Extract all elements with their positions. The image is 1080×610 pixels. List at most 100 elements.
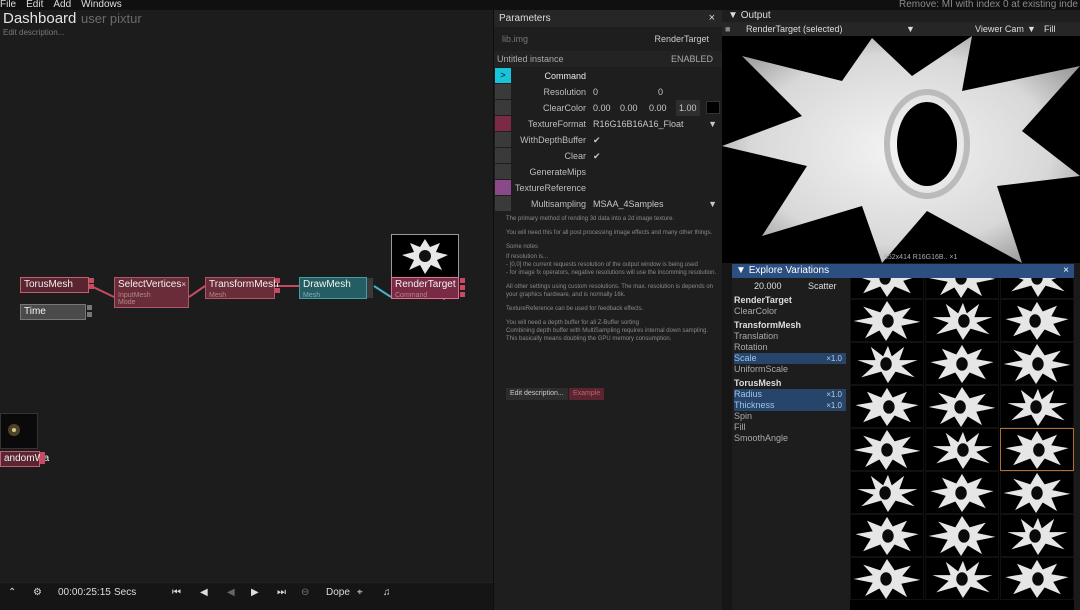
output-port[interactable] — [89, 284, 94, 289]
collapse-icon[interactable]: ▼ — [728, 10, 738, 21]
parameter-indicator[interactable] — [495, 132, 511, 147]
scatter-amount[interactable]: 20.000 — [754, 281, 782, 292]
multiplier[interactable]: ×1.0 — [826, 400, 842, 411]
output-port[interactable] — [89, 278, 94, 283]
variation-thumbnail[interactable] — [1000, 278, 1074, 299]
parameter-indicator[interactable]: > — [495, 68, 511, 83]
param-withdepthbuffer[interactable]: WithDepthBuffer ✔ — [494, 132, 723, 148]
play-icon[interactable]: ▶ — [251, 583, 259, 603]
variation-thumbnail[interactable] — [925, 557, 999, 600]
fill-mode[interactable]: Fill — [1044, 22, 1056, 36]
instance-name-field[interactable]: Untitled instance — [497, 51, 564, 67]
parameter-indicator[interactable] — [495, 84, 511, 99]
param-multisampling[interactable]: Multisampling MSAA_4Samples ▼ — [494, 196, 723, 212]
node-time[interactable]: Time — [20, 304, 86, 320]
variation-thumbnail[interactable] — [850, 385, 924, 428]
node-random-walk[interactable]: andomWa — [0, 451, 49, 467]
variation-param-radius[interactable]: Radius ×1.0 — [734, 389, 846, 400]
menu-windows[interactable]: Windows — [81, 0, 122, 10]
parameter-indicator[interactable] — [495, 180, 511, 195]
enabled-toggle[interactable]: ENABLED — [671, 51, 713, 67]
edit-description-button[interactable]: Edit description... — [506, 388, 568, 400]
graph-canvas[interactable]: Dashboard user pixtur Edit description..… — [0, 10, 493, 582]
parameter-indicator[interactable] — [495, 164, 511, 179]
variation-thumbnail[interactable] — [925, 428, 999, 471]
multisampling-select[interactable]: MSAA_4Samples — [593, 196, 664, 212]
time-display[interactable]: 00:00:25:15 — [58, 583, 111, 603]
clearcolor-a[interactable]: 1.00 — [676, 100, 700, 116]
variation-thumbnail[interactable] — [1000, 471, 1074, 514]
variation-param-thickness[interactable]: Thickness ×1.0 — [734, 400, 846, 411]
parameter-indicator[interactable] — [495, 196, 511, 211]
audio-icon[interactable]: ♫ — [383, 583, 391, 603]
node-render-target[interactable]: RenderTarget Command — [391, 277, 459, 299]
variation-thumbnail[interactable] — [925, 342, 999, 385]
output-port[interactable] — [460, 285, 465, 290]
parameter-indicator[interactable] — [495, 116, 511, 131]
variation-thumbnail[interactable] — [1000, 428, 1074, 471]
clearcolor-g[interactable]: 0.00 — [620, 100, 638, 116]
camera-select[interactable]: Viewer Cam — [975, 22, 1024, 36]
chevron-down-icon[interactable]: ▼ — [1027, 22, 1036, 36]
render-viewport[interactable]: 652x414 R16G16B.. ×1 — [722, 36, 1080, 263]
variation-param-scale[interactable]: Scale ×1.0 — [734, 353, 846, 364]
resolution-width[interactable]: 0 — [593, 84, 598, 100]
time-unit[interactable]: Secs — [114, 583, 136, 603]
parameter-indicator[interactable] — [495, 100, 511, 115]
gear-icon[interactable]: ⚙ — [33, 583, 42, 603]
multiplier[interactable]: ×1.0 — [826, 353, 842, 364]
output-port[interactable] — [87, 312, 92, 317]
close-icon[interactable]: × — [1063, 264, 1069, 278]
chevron-up-icon[interactable]: ⌃ — [8, 583, 16, 603]
output-port[interactable] — [275, 278, 280, 283]
variation-param-uniformscale[interactable]: UniformScale — [734, 364, 846, 375]
param-texturereference[interactable]: TextureReference — [494, 180, 723, 196]
variation-thumbnail[interactable] — [850, 428, 924, 471]
node-torus-mesh[interactable]: TorusMesh — [20, 277, 89, 293]
checkbox[interactable]: ✔ — [593, 148, 601, 164]
variation-param-translation[interactable]: Translation — [734, 331, 846, 342]
variation-thumbnail[interactable] — [1000, 514, 1074, 557]
variation-thumbnail[interactable] — [1000, 385, 1074, 428]
output-port[interactable] — [460, 278, 465, 283]
variation-thumbnail[interactable] — [850, 557, 924, 600]
param-command[interactable]: > Command — [494, 68, 723, 84]
variation-thumbnail[interactable] — [850, 278, 924, 299]
loop-icon[interactable]: ⊖ — [301, 583, 309, 603]
variation-param-clearcolor[interactable]: ClearColor — [734, 306, 846, 317]
example-button[interactable]: Example — [569, 388, 605, 400]
close-icon[interactable]: × — [709, 10, 715, 27]
variation-thumbnail[interactable] — [925, 471, 999, 514]
parameter-indicator[interactable] — [495, 148, 511, 163]
chevron-down-icon[interactable]: ▼ — [708, 196, 717, 212]
param-resolution[interactable]: Resolution 0 0 — [494, 84, 723, 100]
color-swatch[interactable] — [706, 101, 720, 114]
play-backward-icon[interactable]: ◀ — [227, 583, 235, 603]
menu-file[interactable]: File — [0, 0, 16, 10]
output-port[interactable] — [460, 292, 465, 297]
variation-thumbnail[interactable] — [850, 514, 924, 557]
menu-edit[interactable]: Edit — [26, 0, 43, 10]
variation-thumbnail[interactable] — [850, 471, 924, 514]
clearcolor-r[interactable]: 0.00 — [593, 100, 611, 116]
variation-param-smoothangle[interactable]: SmoothAngle — [734, 433, 846, 444]
param-clear[interactable]: Clear ✔ — [494, 148, 723, 164]
variation-param-spin[interactable]: Spin — [734, 411, 846, 422]
jump-end-icon[interactable]: ⏭ — [277, 583, 286, 603]
pin-icon[interactable]: ■ — [725, 22, 730, 36]
variation-param-rotation[interactable]: Rotation — [734, 342, 846, 353]
node-transform-mesh[interactable]: TransformMesh Mesh — [205, 277, 279, 299]
node-select-vertices[interactable]: SelectVertices × InputMesh Mode — [114, 277, 189, 308]
scatter-mode[interactable]: Scatter — [808, 281, 837, 292]
param-textureformat[interactable]: TextureFormat R16G16B16A16_Float ▼ — [494, 116, 723, 132]
variation-param-fill[interactable]: Fill — [734, 422, 846, 433]
checkbox[interactable]: ✔ — [593, 132, 601, 148]
output-port[interactable] — [40, 452, 45, 464]
variation-thumbnail[interactable] — [850, 342, 924, 385]
variation-thumbnail[interactable] — [925, 385, 999, 428]
output-port[interactable] — [87, 305, 92, 310]
param-generatemips[interactable]: GenerateMips — [494, 164, 723, 180]
menu-add[interactable]: Add — [53, 0, 71, 10]
timeline-mode[interactable]: Dope — [326, 583, 350, 603]
clearcolor-b[interactable]: 0.00 — [649, 100, 667, 116]
